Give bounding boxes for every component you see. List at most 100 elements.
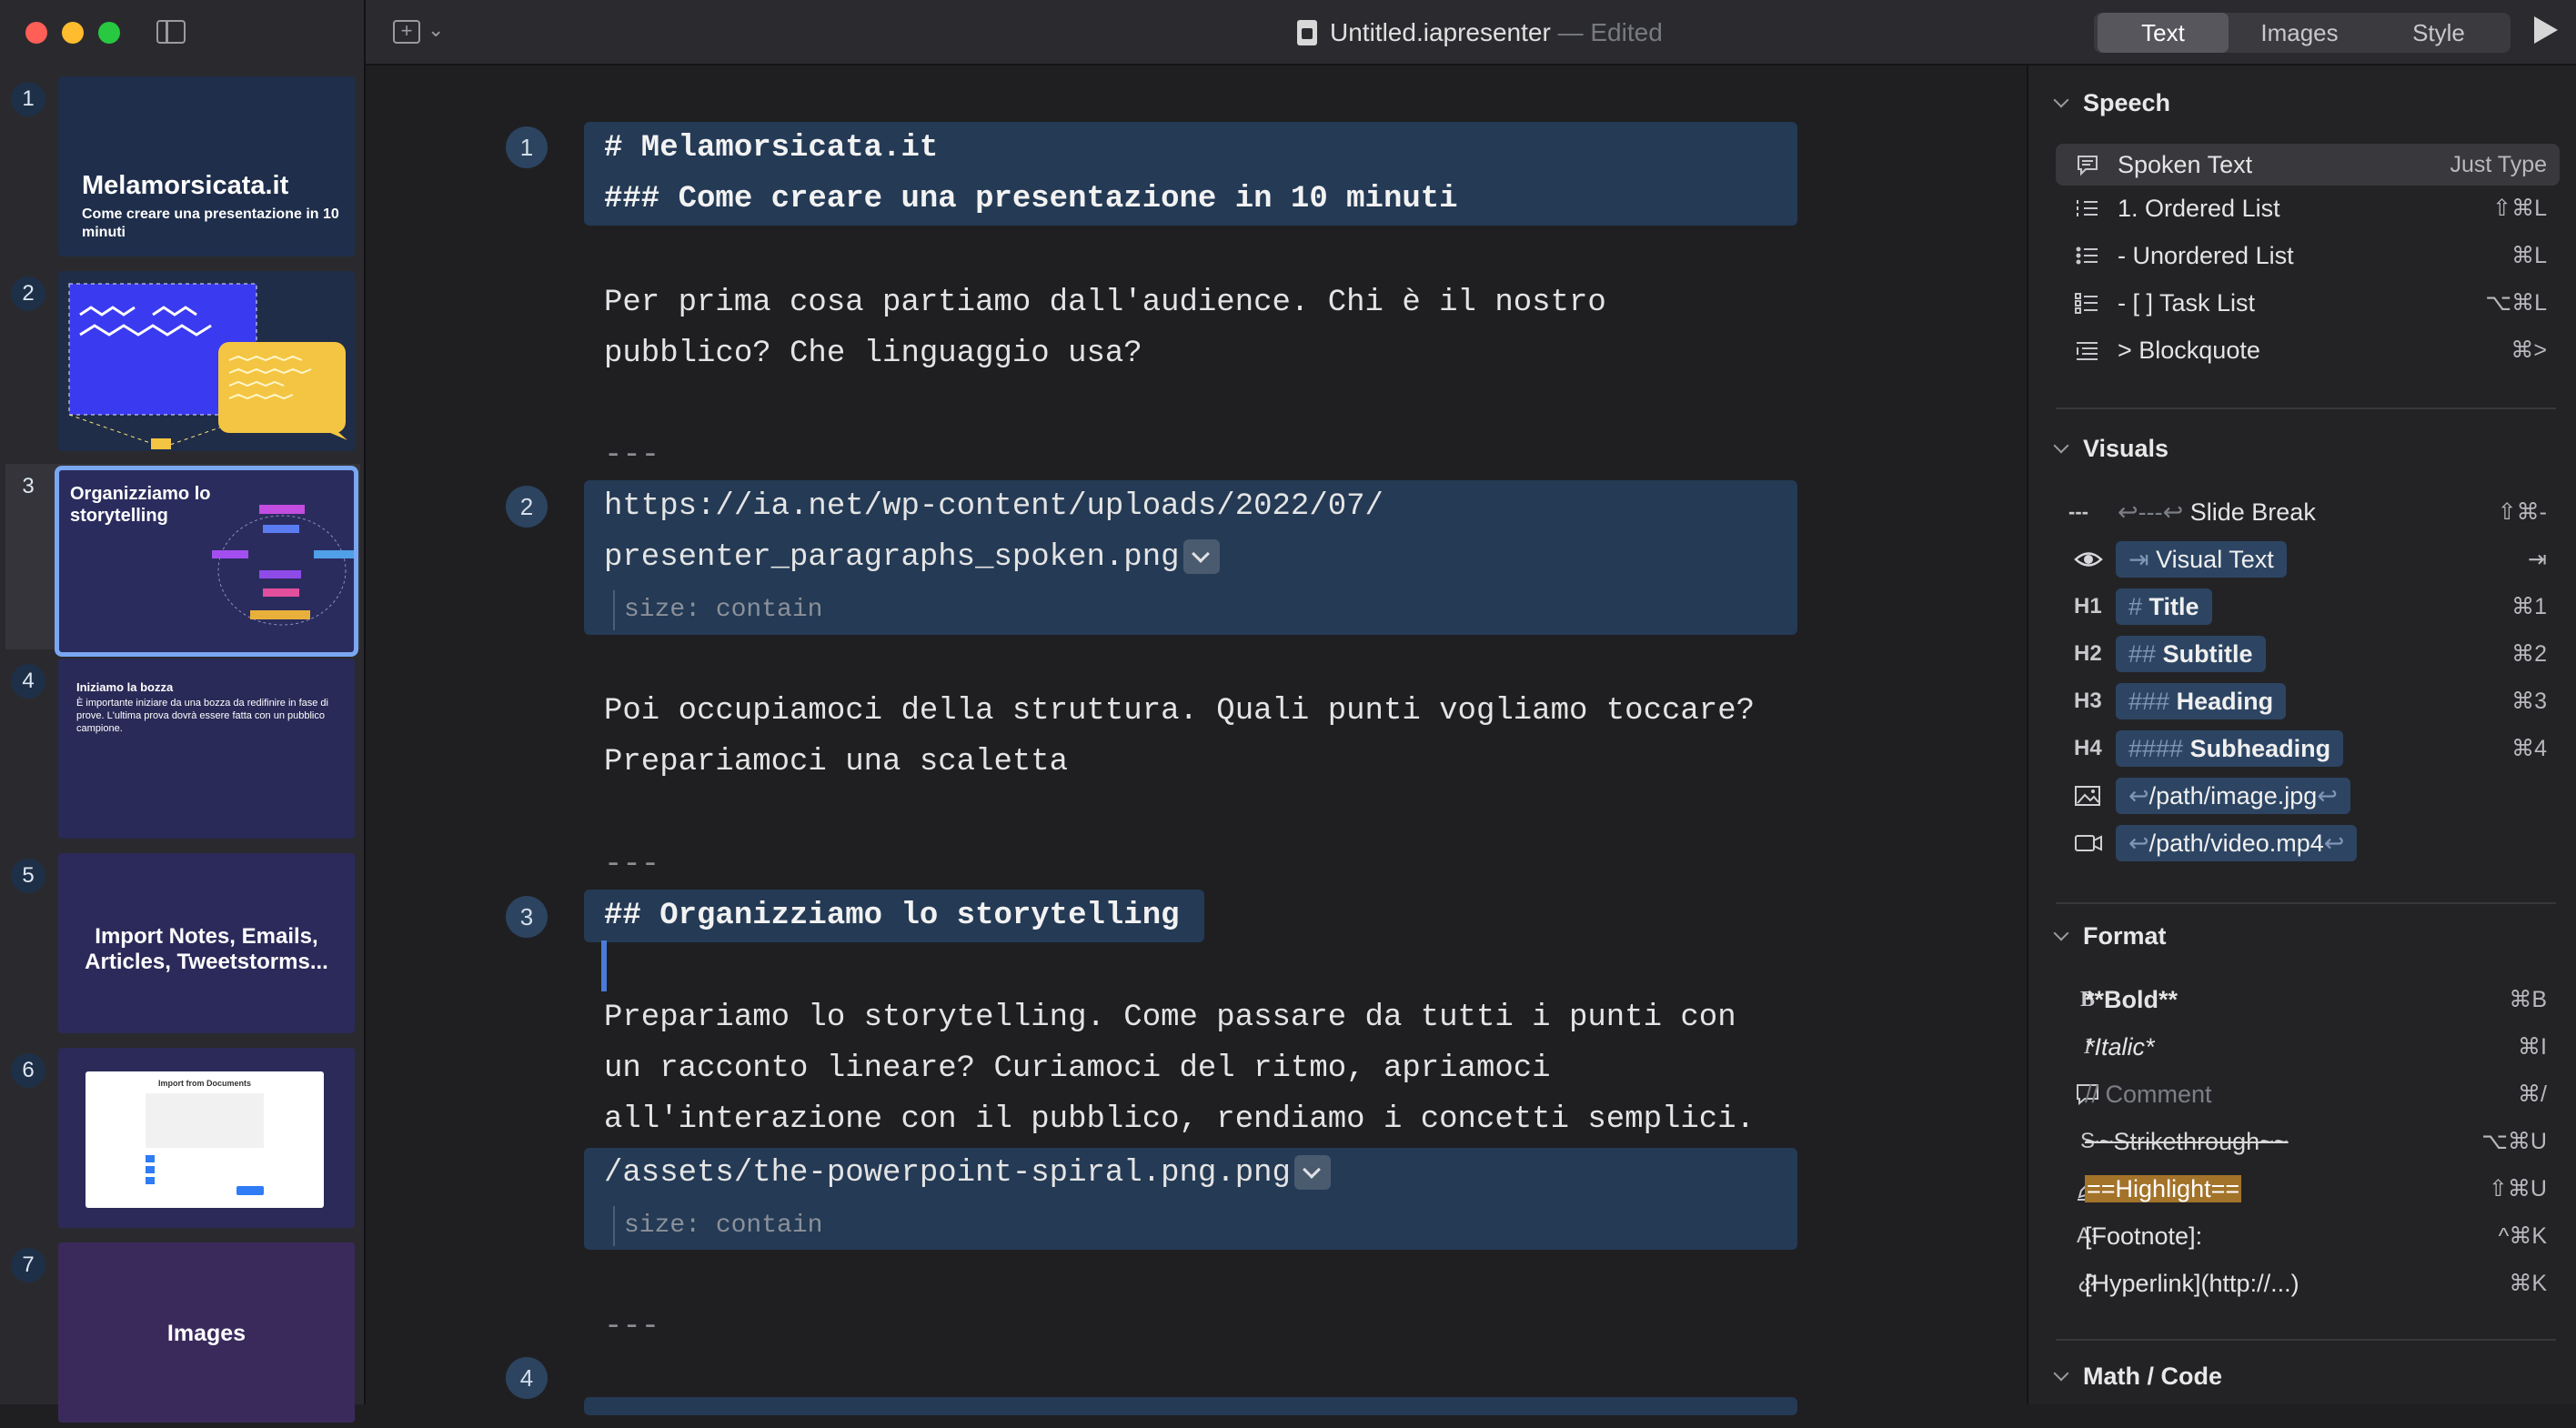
section-divider xyxy=(2056,902,2556,904)
slide-thumbnail-2[interactable]: 2 xyxy=(5,271,360,457)
slide-thumbnail-4[interactable]: 4 Iniziamo la bozza È importante iniziar… xyxy=(5,659,360,844)
slide-break[interactable]: --- xyxy=(604,430,659,481)
editor-line[interactable]: pubblico? Che linguaggio usa? xyxy=(604,328,1142,379)
tab-text[interactable]: Text xyxy=(2098,13,2229,53)
h4-icon: H4 xyxy=(2074,736,2102,760)
slide-number: 4 xyxy=(11,664,45,699)
footnote-item[interactable]: A¹ [Footnote]: ^⌘K xyxy=(2056,1215,2560,1257)
comment-item[interactable]: // Comment ⌘/ xyxy=(2056,1073,2560,1115)
slide-preview: Iniziamo la bozza È importante iniziare … xyxy=(58,659,355,839)
visual-text-chip: ⇥ Visual Text xyxy=(2116,541,2287,578)
editor-line[interactable]: Per prima cosa partiamo dall'audience. C… xyxy=(604,277,1606,328)
bold-item[interactable]: B **Bold** ⌘B xyxy=(2056,979,2560,1021)
editor-line[interactable]: ### Come creare una presentazione in 10 … xyxy=(604,174,1458,225)
highlight-item[interactable]: ==Highlight== ⇧⌘U xyxy=(2056,1168,2560,1210)
slide-break-item[interactable]: --- ↩---↩ Slide Break ⇧⌘- xyxy=(2056,491,2560,533)
image-size-option[interactable]: size: contain xyxy=(613,590,822,630)
slide-preview: Melamorsicata.it Come creare una present… xyxy=(58,76,355,256)
section-math-code[interactable]: Math / Code xyxy=(2053,1363,2222,1391)
markdown-reference-panel: Speech Spoken Text Just Type 1. Ordered … xyxy=(2027,65,2576,1404)
title-bar: + ⌄ Untitled.iapresenter — Edited Text I… xyxy=(366,0,2576,65)
editor-line[interactable]: presenter_paragraphs_spoken.png xyxy=(604,532,1220,583)
slide-title: Melamorsicata.it xyxy=(82,171,289,200)
image-options-chevron-icon[interactable] xyxy=(1293,1155,1331,1191)
speech-bubble-icon xyxy=(2074,151,2101,178)
slide-number: 7 xyxy=(11,1248,45,1282)
unordered-list-item[interactable]: - Unordered List ⌘L xyxy=(2056,235,2560,277)
close-window-button[interactable] xyxy=(25,22,47,44)
tab-images[interactable]: Images xyxy=(2232,13,2367,53)
slide-number: 6 xyxy=(11,1053,45,1088)
add-slide-icon[interactable]: + xyxy=(393,20,420,44)
slide-break[interactable]: --- xyxy=(604,1302,659,1353)
image-options-chevron-icon[interactable] xyxy=(1182,539,1220,575)
slide-title: Images xyxy=(166,1321,247,1346)
editor-line[interactable]: all'interazione con il pubblico, rendiam… xyxy=(604,1094,1755,1145)
slide-thumbnail-6[interactable]: 6 Import from Documents xyxy=(5,1048,360,1233)
h1-icon: H1 xyxy=(2074,594,2102,618)
storytelling-diagram xyxy=(212,505,354,626)
subtitle-item[interactable]: H2 ## Subtitle ⌘2 xyxy=(2056,633,2560,675)
section-visuals[interactable]: Visuals xyxy=(2053,435,2168,463)
slide-subtitle: È importante iniziare da una bozza da re… xyxy=(76,698,328,734)
chevron-down-icon[interactable]: ⌄ xyxy=(428,18,444,42)
zoom-window-button[interactable] xyxy=(98,22,120,44)
spoken-text-illustration xyxy=(68,283,347,449)
slide-title: Iniziamo la bozza xyxy=(76,680,174,694)
h3-icon: H3 xyxy=(2074,689,2102,713)
editor-line[interactable]: Poi occupiamoci della struttura. Quali p… xyxy=(604,686,1755,737)
editor-line[interactable]: un racconto lineare? Curiamoci del ritmo… xyxy=(604,1043,1551,1094)
return-arrows-icon: ↩---↩ xyxy=(2118,498,2184,526)
spoken-text-item[interactable]: Spoken Text Just Type xyxy=(2056,144,2560,186)
slide-break[interactable]: --- xyxy=(604,840,659,890)
unordered-list-icon xyxy=(2074,242,2101,269)
section-speech[interactable]: Speech xyxy=(2053,89,2170,117)
heading-item[interactable]: H3 ### Heading ⌘3 xyxy=(2056,680,2560,722)
tab-arrow-icon: ⇥ xyxy=(2128,546,2149,573)
document-filename: Untitled.iapresenter xyxy=(1330,18,1551,46)
italic-item[interactable]: I *Italic* ⌘I xyxy=(2056,1026,2560,1068)
ordered-list-item[interactable]: 1. Ordered List ⇧⌘L xyxy=(2056,187,2560,229)
hyperlink-item[interactable]: [Hyperlink](http://...) ⌘K xyxy=(2056,1262,2560,1304)
visual-text-item[interactable]: ⇥ Visual Text ⇥ xyxy=(2056,538,2560,580)
blockquote-icon xyxy=(2074,337,2101,364)
slide-marker-4[interactable]: 4 xyxy=(506,1357,548,1399)
section-format[interactable]: Format xyxy=(2053,922,2167,950)
task-list-item[interactable]: - [ ] Task List ⌥⌘L xyxy=(2056,282,2560,324)
slide-thumbnail-3[interactable]: 3 Organizziamo lo storytelling xyxy=(5,464,360,657)
editor-line[interactable]: Prepariamoci una scaletta xyxy=(604,737,1068,788)
editor-line[interactable]: # Melamorsicata.it xyxy=(604,123,938,174)
slide-thumbnail-7[interactable]: 7 Images xyxy=(5,1242,360,1428)
slide-preview: Images xyxy=(58,1242,355,1423)
image-size-option[interactable]: size: contain xyxy=(613,1206,822,1246)
strikethrough-item[interactable]: S ~~Strikethrough~~ ⌥⌘U xyxy=(2056,1121,2560,1162)
play-presentation-icon[interactable] xyxy=(2534,16,2558,44)
slide-sidebar: 1 Melamorsicata.it Come creare una prese… xyxy=(0,0,366,1423)
slide-marker-2[interactable]: 2 xyxy=(506,486,548,528)
import-dialog-image: Import from Documents xyxy=(86,1071,324,1208)
eye-icon xyxy=(2074,546,2103,573)
blockquote-item[interactable]: > Blockquote ⌘> xyxy=(2056,329,2560,371)
video-item[interactable]: ↩/path/video.mp4↩ xyxy=(2056,822,2560,864)
slide-marker-3[interactable]: 3 xyxy=(506,896,548,938)
visual-block xyxy=(584,1397,1797,1415)
slide-thumbnail-1[interactable]: 1 Melamorsicata.it Come creare una prese… xyxy=(5,76,360,262)
editor-line[interactable]: ## Organizziamo lo storytelling xyxy=(604,890,1180,941)
subheading-item[interactable]: H4 #### Subheading ⌘4 xyxy=(2056,728,2560,769)
editor-line[interactable]: https://ia.net/wp-content/uploads/2022/0… xyxy=(604,481,1384,532)
minimize-window-button[interactable] xyxy=(62,22,84,44)
section-divider xyxy=(2056,407,2556,409)
slide-number: 3 xyxy=(22,474,35,498)
slide-marker-1[interactable]: 1 xyxy=(506,126,548,168)
task-list-icon xyxy=(2074,289,2101,317)
tab-style[interactable]: Style xyxy=(2370,13,2507,53)
chevron-down-icon xyxy=(2053,92,2069,108)
editor-line[interactable]: /assets/the-powerpoint-spiral.png.png xyxy=(604,1148,1331,1199)
editor-line[interactable]: Prepariamo lo storytelling. Come passare… xyxy=(604,992,1736,1043)
image-item[interactable]: ↩/path/image.jpg↩ xyxy=(2056,775,2560,817)
document-title: Untitled.iapresenter — Edited xyxy=(1330,18,1663,47)
sidebar-toggle-icon[interactable] xyxy=(156,20,186,44)
slide-thumbnail-5[interactable]: 5 Import Notes, Emails, Articles, Tweets… xyxy=(5,853,360,1039)
section-divider xyxy=(2056,1339,2556,1341)
title-item[interactable]: H1 # Title ⌘1 xyxy=(2056,586,2560,628)
